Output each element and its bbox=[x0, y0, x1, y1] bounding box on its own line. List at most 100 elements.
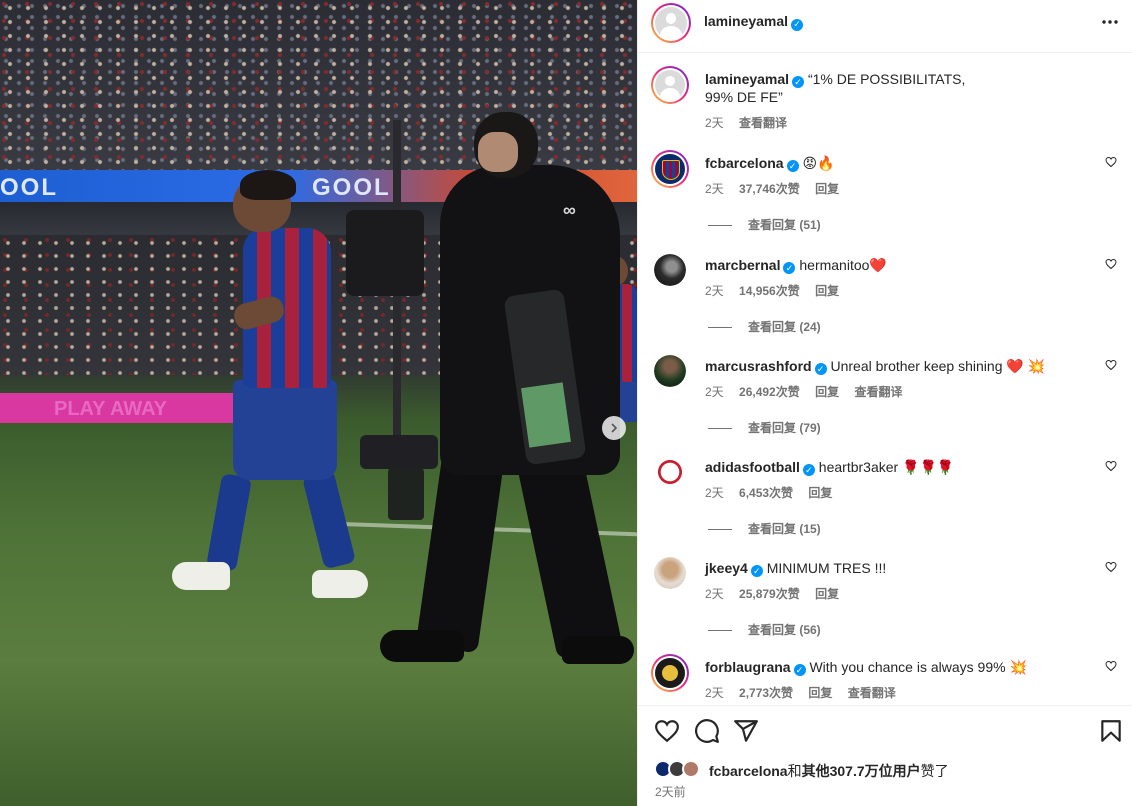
verified-icon: ✓ bbox=[786, 160, 799, 172]
comment-username[interactable]: fcbarcelona bbox=[705, 155, 784, 171]
likes-others-link[interactable]: 其他307.7万位用户 bbox=[802, 763, 921, 779]
author-name-row: lamineyamal ✓ bbox=[704, 13, 804, 31]
view-replies-button[interactable]: 查看回复 (51) bbox=[708, 216, 821, 233]
comment-item: forblaugrana ✓ With you chance is always … bbox=[638, 654, 1132, 704]
post-photo[interactable]: OOL GOOL PLAY AWAY 5 ∞ bbox=[0, 0, 637, 806]
comment-text: marcbernal ✓ hermanitoo❤️ bbox=[705, 256, 1085, 274]
comment-likes[interactable]: 37,746次赞 bbox=[739, 182, 800, 196]
caption-translate-link[interactable]: 查看翻译 bbox=[739, 116, 787, 130]
shirt-logo: ∞ bbox=[563, 200, 576, 220]
cameraman-shoe-left bbox=[380, 630, 464, 662]
translate-link[interactable]: 查看翻译 bbox=[854, 385, 902, 399]
comment-icon[interactable] bbox=[694, 718, 720, 744]
player-leg-left bbox=[205, 473, 253, 572]
comment-likes[interactable]: 25,879次赞 bbox=[739, 587, 800, 601]
comment-heart-icon[interactable] bbox=[1105, 258, 1117, 270]
comment-username[interactable]: marcbernal bbox=[705, 257, 780, 273]
comment-time: 2天 bbox=[705, 486, 724, 500]
caption-meta: 2天 查看翻译 bbox=[705, 114, 799, 131]
commenter-avatar[interactable] bbox=[651, 150, 689, 188]
verified-icon: ✓ bbox=[783, 262, 796, 274]
liker-username[interactable]: fcbarcelona bbox=[709, 763, 788, 779]
author-avatar[interactable] bbox=[651, 3, 691, 43]
comment-body: Unreal brother keep shining ❤️ 💥 bbox=[830, 358, 1046, 374]
verified-icon: ✓ bbox=[793, 664, 806, 676]
comment-meta: 2天 26,492次赞 回复 查看翻译 bbox=[705, 383, 914, 400]
commenter-avatar[interactable] bbox=[654, 254, 686, 286]
reply-button[interactable]: 回复 bbox=[815, 587, 839, 601]
more-options-button[interactable] bbox=[1101, 10, 1119, 40]
caption-avatar[interactable] bbox=[651, 66, 689, 104]
commenter-avatar[interactable] bbox=[651, 654, 689, 692]
cameraman-face bbox=[478, 132, 518, 172]
comment-text: jkeey4 ✓ MINIMUM TRES !!! bbox=[705, 559, 1085, 577]
player-hair bbox=[240, 170, 296, 200]
commenter-avatar[interactable] bbox=[654, 456, 686, 488]
comment-time: 2天 bbox=[705, 182, 724, 196]
view-replies-button[interactable]: 查看回复 (24) bbox=[708, 318, 821, 335]
chevron-right-icon bbox=[611, 423, 618, 433]
post-header: lamineyamal ✓ bbox=[638, 0, 1132, 53]
reply-button[interactable]: 回复 bbox=[815, 284, 839, 298]
comment-likes[interactable]: 14,956次赞 bbox=[739, 284, 800, 298]
comment-item: fcbarcelona ✓ 😡🔥 2天 37,746次赞 回复 查看回复 (51) bbox=[638, 150, 1132, 240]
reply-button[interactable]: 回复 bbox=[815, 385, 839, 399]
comment-heart-icon[interactable] bbox=[1105, 561, 1117, 573]
player-shorts bbox=[233, 380, 337, 480]
caption-time: 2天 bbox=[705, 116, 724, 130]
player-boot-right bbox=[312, 570, 368, 598]
comment-likes[interactable]: 6,453次赞 bbox=[739, 486, 793, 500]
comment-item: marcbernal ✓ hermanitoo❤️ 2天 14,956次赞 回复 … bbox=[638, 252, 1132, 342]
likes-summary: fcbarcelona和其他307.7万位用户赞了 bbox=[654, 758, 1124, 780]
verified-icon: ✓ bbox=[792, 76, 805, 88]
comment-body: 😡🔥 bbox=[802, 155, 835, 171]
view-replies-button[interactable]: 查看回复 (15) bbox=[708, 520, 821, 537]
camera-monitor bbox=[360, 435, 438, 469]
cameraman-bag-strip bbox=[521, 382, 571, 448]
comments-list[interactable]: lamineyamal ✓ “1% DE POSSIBILITATS, 99% D… bbox=[638, 54, 1132, 704]
reply-button[interactable]: 回复 bbox=[808, 486, 832, 500]
comment-heart-icon[interactable] bbox=[1105, 660, 1117, 672]
comment-item: marcusrashford ✓ Unreal brother keep shin… bbox=[638, 353, 1132, 443]
more-icon bbox=[1102, 20, 1118, 24]
share-icon[interactable] bbox=[733, 718, 759, 744]
bookmark-icon[interactable] bbox=[1098, 718, 1124, 744]
camera-battery bbox=[388, 468, 424, 520]
comment-username[interactable]: adidasfootball bbox=[705, 459, 800, 475]
post-actions bbox=[638, 705, 1132, 755]
comment-meta: 2天 6,453次赞 回复 bbox=[705, 484, 844, 501]
comment-text: adidasfootball ✓ heartbr3aker 🌹🌹🌹 bbox=[705, 458, 1085, 476]
cameraman-shoe-right bbox=[562, 636, 634, 664]
next-image-button[interactable] bbox=[602, 416, 626, 440]
comment-username[interactable]: marcusrashford bbox=[705, 358, 812, 374]
reply-button[interactable]: 回复 bbox=[808, 686, 832, 700]
stadium-crowd-upper bbox=[0, 0, 637, 170]
comment-meta: 2天 25,879次赞 回复 bbox=[705, 585, 851, 602]
advertising-board: PLAY AWAY bbox=[0, 393, 240, 423]
comment-time: 2天 bbox=[705, 686, 724, 700]
heart-icon[interactable] bbox=[654, 718, 680, 744]
commenter-avatar[interactable] bbox=[654, 557, 686, 589]
comment-heart-icon[interactable] bbox=[1105, 156, 1117, 168]
comment-username[interactable]: forblaugrana bbox=[705, 659, 791, 675]
verified-icon: ✓ bbox=[814, 363, 827, 375]
comment-likes[interactable]: 26,492次赞 bbox=[739, 385, 800, 399]
view-replies-button[interactable]: 查看回复 (79) bbox=[708, 419, 821, 436]
player-boot-left bbox=[172, 562, 230, 590]
view-replies-button[interactable]: 查看回复 (56) bbox=[708, 621, 821, 638]
author-username[interactable]: lamineyamal bbox=[704, 13, 788, 29]
comment-username[interactable]: jkeey4 bbox=[705, 560, 748, 576]
advertising-board-text: PLAY AWAY bbox=[54, 398, 168, 420]
comment-heart-icon[interactable] bbox=[1105, 359, 1117, 371]
post-timestamp: 2天前 bbox=[655, 785, 686, 799]
reply-button[interactable]: 回复 bbox=[815, 182, 839, 196]
verified-icon: ✓ bbox=[791, 18, 804, 31]
commenter-avatar[interactable] bbox=[654, 355, 686, 387]
translate-link[interactable]: 查看翻译 bbox=[848, 686, 896, 700]
verified-icon: ✓ bbox=[750, 565, 763, 577]
banner-text-right: GOOL bbox=[312, 174, 391, 201]
comment-meta: 2天 14,956次赞 回复 bbox=[705, 282, 851, 299]
comment-heart-icon[interactable] bbox=[1105, 460, 1117, 472]
caption-username[interactable]: lamineyamal bbox=[705, 71, 789, 87]
comment-likes[interactable]: 2,773次赞 bbox=[739, 686, 793, 700]
